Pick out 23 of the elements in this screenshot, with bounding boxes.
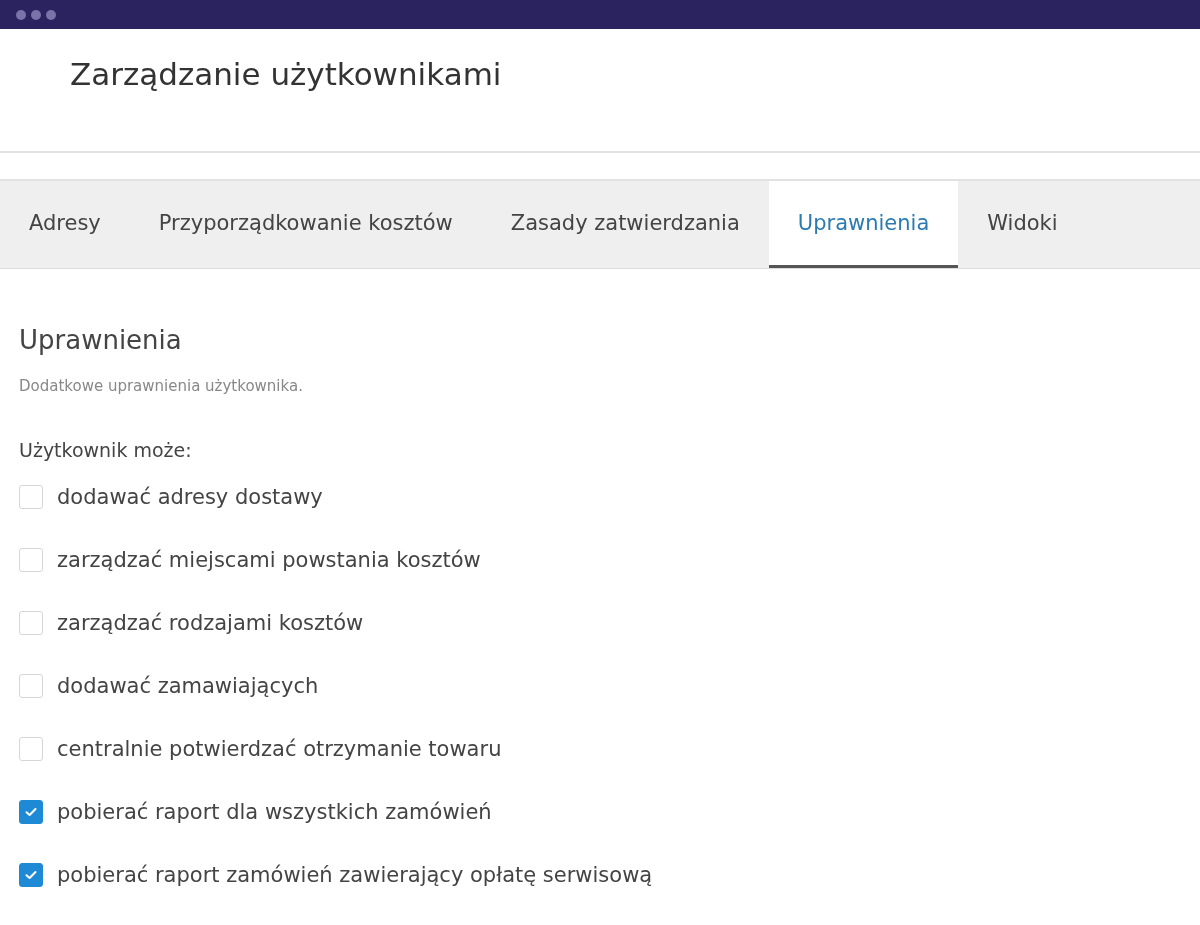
permissions-prompt: Użytkownik może: — [19, 439, 192, 461]
section-heading: Uprawnienia — [19, 325, 182, 355]
tab[interactable]: Zasady zatwierdzania — [481, 181, 769, 268]
checkmark-icon — [25, 869, 37, 880]
checkbox-label: centralnie potwierdzać otrzymanie towaru — [57, 736, 502, 761]
checkbox-label: pobierać raport zamówień zawierający opłatę serwisową — [57, 862, 653, 887]
checkbox-label: zarządzać miejscami powstania kosztów — [57, 547, 481, 572]
tab[interactable]: Widoki — [958, 181, 1087, 268]
page-title: Zarządzanie użytkownikami — [70, 56, 502, 92]
checkbox-label: pobierać raport dla wszystkich zamówień — [57, 799, 492, 824]
checkbox-label: dodawać adresy dostawy — [57, 484, 323, 509]
window-dot-icon — [16, 9, 26, 20]
window-dot-icon — [31, 9, 41, 20]
tab[interactable]: Przyporządkowanie kosztów — [129, 181, 482, 268]
section-description: Dodatkowe uprawnienia użytkownika. — [19, 377, 303, 395]
checkbox[interactable] — [19, 799, 43, 824]
checkbox-label: dodawać zamawiających — [57, 673, 319, 698]
checkmark-icon — [25, 806, 37, 817]
tab[interactable]: Uprawnienia — [768, 181, 959, 268]
tab[interactable]: Adresy — [0, 181, 130, 268]
checkbox[interactable] — [19, 862, 43, 887]
window-dot-icon — [46, 9, 56, 20]
checkbox-label: zarządzać rodzajami kosztów — [57, 610, 364, 635]
